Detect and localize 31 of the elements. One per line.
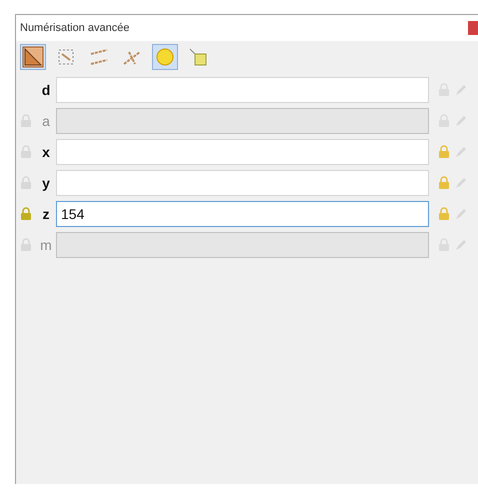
bulb-icon: [154, 46, 176, 68]
lock-icon[interactable]: [20, 114, 32, 128]
lock-icon[interactable]: [438, 176, 450, 190]
lock-icon[interactable]: [438, 145, 450, 159]
input-field[interactable]: 154: [56, 201, 429, 227]
lock-icon[interactable]: [20, 238, 32, 252]
field-label: x: [41, 142, 51, 162]
lock-icon[interactable]: [20, 145, 32, 159]
pencil-icon[interactable]: [455, 239, 467, 251]
field-label: d: [40, 80, 52, 100]
ruler-icon: [22, 46, 44, 68]
pencil-icon[interactable]: [455, 177, 467, 189]
field-label: y: [41, 174, 51, 193]
field-label: m: [39, 236, 53, 254]
pencil-icon[interactable]: [455, 84, 467, 96]
pencil-icon[interactable]: [455, 146, 467, 158]
input-field[interactable]: [56, 170, 429, 196]
toolbar-button[interactable]: [20, 44, 46, 70]
field-label: z: [42, 204, 50, 224]
input-field[interactable]: [56, 139, 429, 165]
pencil-icon[interactable]: [455, 115, 467, 127]
lock-icon[interactable]: [20, 176, 32, 190]
close-button[interactable]: [468, 21, 478, 35]
parallel-lines-icon: [88, 46, 110, 68]
lock-icon[interactable]: [438, 207, 450, 221]
lock-icon[interactable]: [20, 207, 32, 221]
input-field[interactable]: [56, 77, 429, 103]
tag-icon: [187, 46, 209, 68]
field-label: a: [41, 112, 51, 130]
pencil-icon[interactable]: [455, 208, 467, 220]
window-title: Numérisation avancée: [20, 20, 130, 36]
